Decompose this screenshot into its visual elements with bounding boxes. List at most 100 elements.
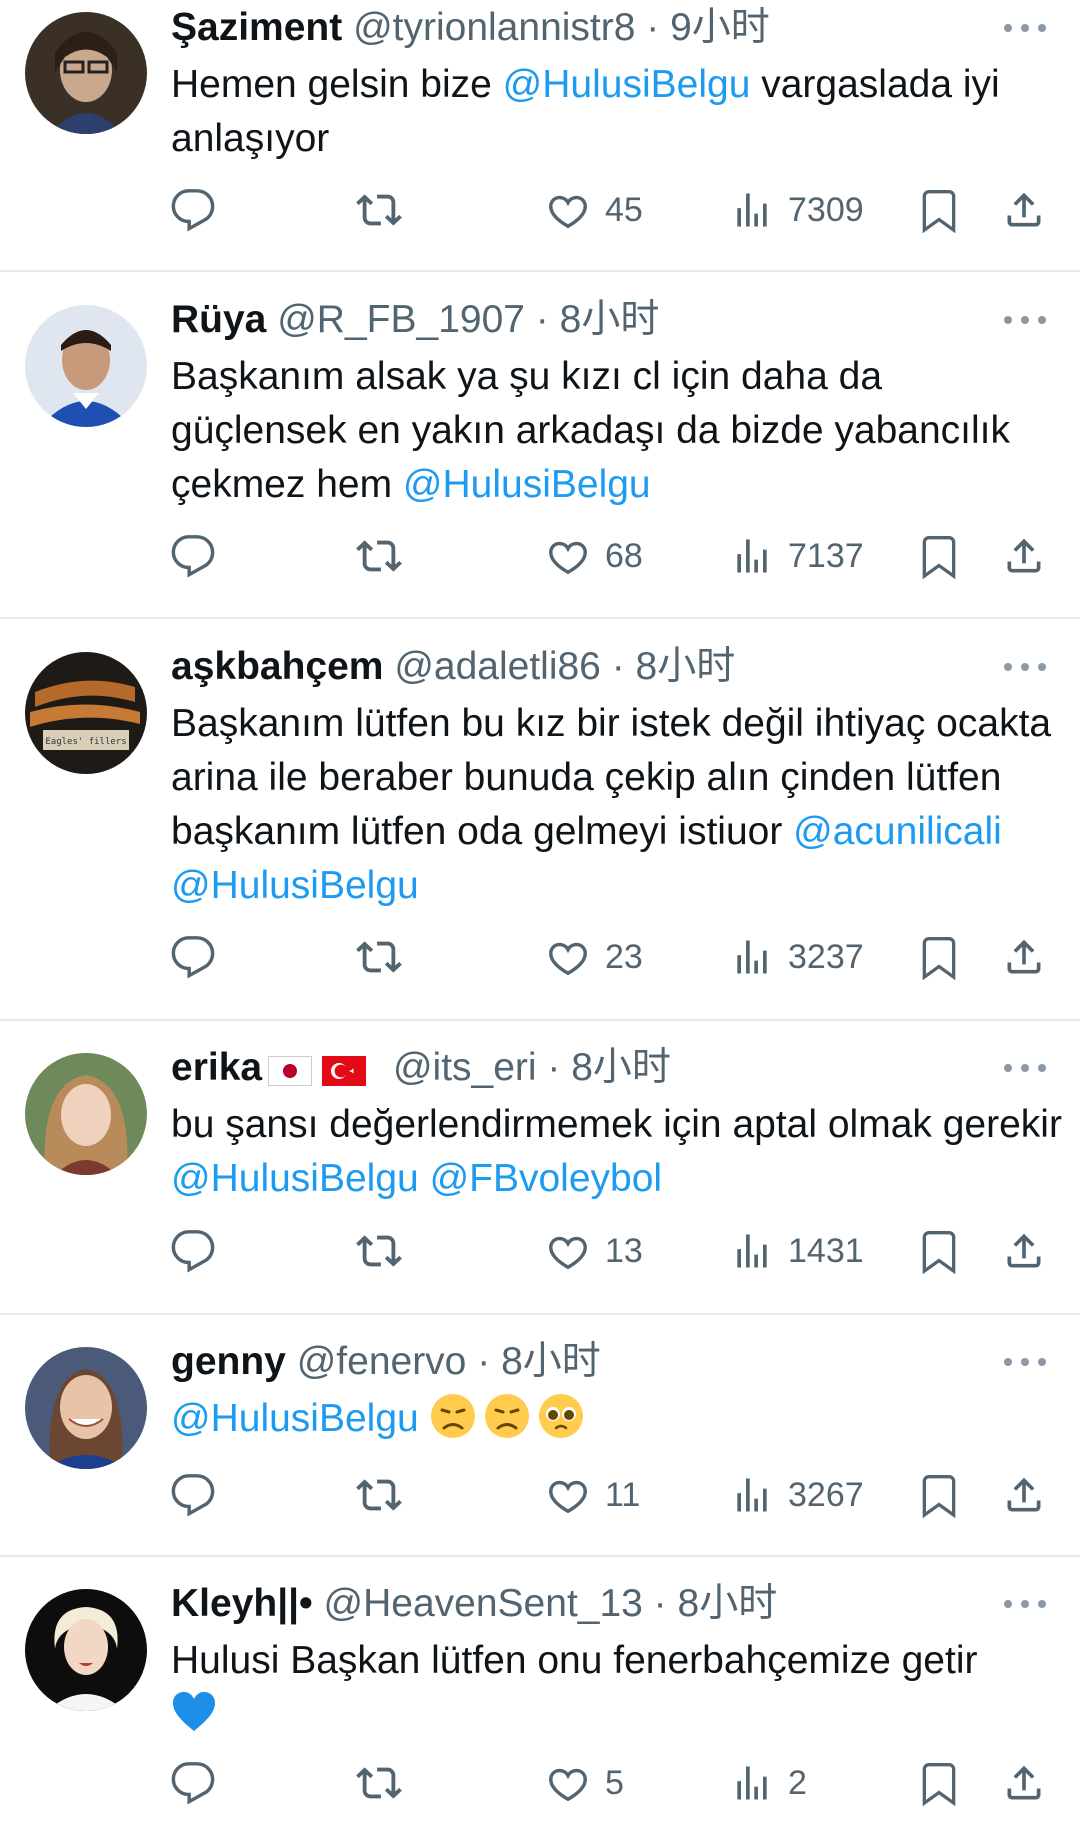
share-button[interactable]: [1002, 528, 1046, 584]
timestamp[interactable]: 8小时: [501, 1340, 601, 1383]
reply-button[interactable]: [170, 182, 216, 238]
bookmark-icon: [922, 937, 956, 980]
views-button[interactable]: 3237: [730, 929, 864, 985]
more-icon[interactable]: [1000, 310, 1050, 330]
retweet-button[interactable]: [355, 1755, 403, 1811]
like-button[interactable]: 13: [545, 1223, 643, 1279]
timestamp[interactable]: 8小时: [636, 645, 736, 688]
heart-icon: [549, 1768, 587, 1802]
bookmark-button[interactable]: [917, 929, 961, 985]
reply-icon: [171, 936, 215, 979]
views-button[interactable]: 7309: [730, 182, 864, 238]
display-name[interactable]: genny: [171, 1340, 286, 1383]
bookmark-button[interactable]: [917, 1755, 961, 1811]
share-button[interactable]: [1002, 1755, 1046, 1811]
retweet-button[interactable]: [355, 929, 403, 985]
display-name[interactable]: Rüya: [171, 298, 266, 341]
views-icon: [737, 940, 767, 974]
bookmark-button[interactable]: [917, 1467, 961, 1523]
display-name[interactable]: erika: [171, 1046, 262, 1089]
action-bar: 68 7137: [0, 528, 1080, 584]
user-handle[interactable]: @fenervo: [297, 1340, 467, 1383]
action-bar: 23 3237: [0, 929, 1080, 985]
like-button[interactable]: 23: [545, 929, 643, 985]
views-button[interactable]: 1431: [730, 1223, 864, 1279]
like-button[interactable]: 11: [545, 1467, 640, 1523]
share-button[interactable]: [1002, 1467, 1046, 1523]
retweet-icon: [356, 194, 402, 226]
mention-link[interactable]: @HulusiBelgu: [171, 1397, 419, 1440]
flag-group: [268, 1044, 376, 1094]
timestamp[interactable]: 8小时: [560, 298, 660, 341]
timestamp[interactable]: 8小时: [571, 1046, 671, 1089]
tweet[interactable]: genny @fenervo · 8小时 @HulusiBelgu 11 326…: [0, 1315, 1080, 1555]
action-bar: 13 1431: [0, 1223, 1080, 1279]
views-button[interactable]: 7137: [730, 528, 864, 584]
user-handle[interactable]: @HeavenSent_13: [324, 1582, 643, 1625]
reply-button[interactable]: [170, 1223, 216, 1279]
avatar[interactable]: [25, 1053, 147, 1175]
display-name[interactable]: Kleyh||•: [171, 1582, 313, 1625]
reply-button[interactable]: [170, 1467, 216, 1523]
more-icon[interactable]: [1000, 1352, 1050, 1372]
views-button[interactable]: 3267: [730, 1467, 864, 1523]
like-button[interactable]: 45: [545, 182, 643, 238]
mention-link[interactable]: @FBvoleybol: [430, 1157, 663, 1200]
reply-button[interactable]: [170, 1755, 216, 1811]
user-handle[interactable]: @adaletli86: [394, 645, 601, 688]
tweet[interactable]: erika @its_eri · 8小时 bu şansı değerlendi…: [0, 1021, 1080, 1313]
bookmark-icon: [922, 1763, 956, 1806]
mention-link[interactable]: @HulusiBelgu: [171, 864, 419, 907]
heart-icon: [549, 195, 587, 229]
more-icon[interactable]: [1000, 657, 1050, 677]
retweet-button[interactable]: [355, 1467, 403, 1523]
share-button[interactable]: [1002, 929, 1046, 985]
bookmark-icon: [922, 1475, 956, 1518]
more-icon[interactable]: [1000, 1594, 1050, 1614]
display-name[interactable]: Şaziment: [171, 6, 342, 49]
more-icon[interactable]: [1000, 1058, 1050, 1078]
more-icon[interactable]: [1000, 18, 1050, 38]
view-count: 1431: [788, 1231, 864, 1270]
retweet-button[interactable]: [355, 528, 403, 584]
tweet[interactable]: Şaziment @tyrionlannistr8 · 9小时 Hemen ge…: [0, 0, 1080, 270]
timestamp[interactable]: 8小时: [678, 1582, 778, 1625]
like-button[interactable]: 5: [545, 1755, 624, 1811]
retweet-button[interactable]: [355, 182, 403, 238]
retweet-icon: [356, 941, 402, 973]
user-handle[interactable]: @R_FB_1907: [277, 298, 525, 341]
mention-link[interactable]: @HulusiBelgu: [171, 1157, 419, 1200]
bookmark-button[interactable]: [917, 528, 961, 584]
bookmark-button[interactable]: [917, 182, 961, 238]
reply-button[interactable]: [170, 929, 216, 985]
share-button[interactable]: [1002, 1223, 1046, 1279]
text-segment: bu şansı değerlendirmemek için aptal olm…: [171, 1103, 1062, 1146]
action-bar: 5 2: [0, 1755, 1080, 1811]
tweet[interactable]: Kleyh||• @HeavenSent_13 · 8小时 Hulusi Baş…: [0, 1557, 1080, 1826]
reply-button[interactable]: [170, 528, 216, 584]
mention-link[interactable]: @acunilicali: [793, 810, 1002, 853]
retweet-button[interactable]: [355, 1223, 403, 1279]
tweet[interactable]: Rüya @R_FB_1907 · 8小时 Başkanım alsak ya …: [0, 272, 1080, 617]
reply-icon: [171, 1230, 215, 1273]
tweet[interactable]: Eagles' fillers aşkbahçem @adaletli86 · …: [0, 619, 1080, 1019]
bookmark-button[interactable]: [917, 1223, 961, 1279]
separator: ·: [642, 1582, 678, 1625]
mention-link[interactable]: @HulusiBelgu: [403, 463, 651, 506]
user-handle[interactable]: @its_eri: [393, 1046, 537, 1089]
avatar[interactable]: [25, 1589, 147, 1711]
reply-icon: [171, 1762, 215, 1805]
share-button[interactable]: [1002, 182, 1046, 238]
like-count: 68: [605, 536, 643, 575]
avatar[interactable]: Eagles' fillers: [25, 652, 147, 774]
mention-link[interactable]: @HulusiBelgu: [503, 63, 751, 106]
user-handle[interactable]: @tyrionlannistr8: [353, 6, 635, 49]
like-button[interactable]: 68: [545, 528, 643, 584]
display-name[interactable]: aşkbahçem: [171, 645, 383, 688]
avatar[interactable]: [25, 1347, 147, 1469]
avatar[interactable]: [25, 12, 147, 134]
views-button[interactable]: 2: [730, 1755, 807, 1811]
timestamp[interactable]: 9小时: [670, 6, 770, 49]
svg-text:Eagles' fillers: Eagles' fillers: [45, 737, 126, 747]
avatar[interactable]: [25, 305, 147, 427]
